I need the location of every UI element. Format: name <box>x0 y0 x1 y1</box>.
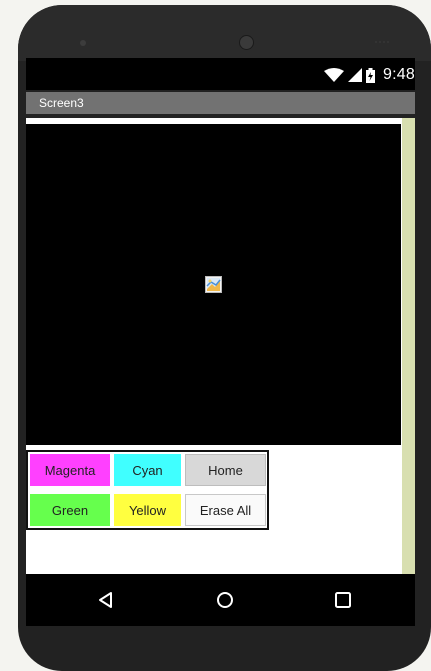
title-bar: Screen3 <box>26 92 415 114</box>
navigation-bar <box>26 574 415 626</box>
recent-apps-square-icon[interactable] <box>333 590 353 610</box>
home-circle-icon[interactable] <box>215 590 235 610</box>
cell-signal-icon <box>348 68 363 82</box>
green-button[interactable]: Green <box>30 494 110 526</box>
broken-image-icon <box>205 276 222 293</box>
cyan-button[interactable]: Cyan <box>114 454 181 486</box>
status-time: 9:48 <box>383 66 415 83</box>
front-camera-icon <box>239 35 254 50</box>
wifi-icon <box>324 68 345 82</box>
phone-top-bezel <box>18 5 431 61</box>
status-icons: 9:48 <box>324 66 415 84</box>
erase-all-button[interactable]: Erase All <box>185 494 266 526</box>
screen-title: Screen3 <box>39 96 84 110</box>
side-strip <box>402 118 415 574</box>
status-bar: 9:48 <box>26 58 415 90</box>
sensor-icon <box>80 40 86 46</box>
speaker-dots-icon <box>375 41 391 43</box>
home-button[interactable]: Home <box>185 454 266 486</box>
back-triangle-icon[interactable] <box>96 590 116 610</box>
yellow-button[interactable]: Yellow <box>114 494 181 526</box>
battery-icon <box>366 67 376 83</box>
magenta-button[interactable]: Magenta <box>30 454 110 486</box>
